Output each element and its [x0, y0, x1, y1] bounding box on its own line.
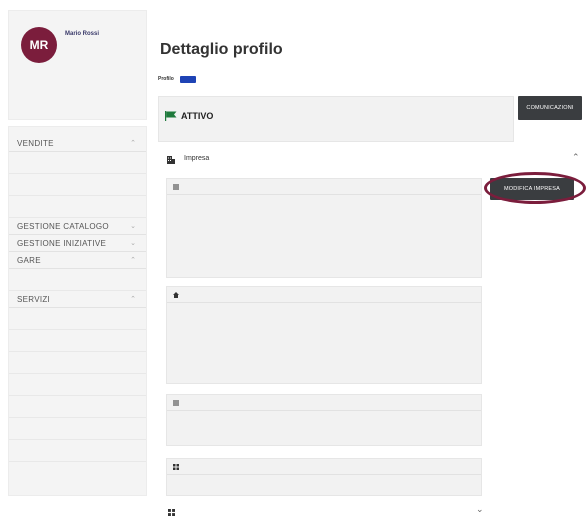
menu-section-servizi[interactable]: SERVIZI ⌃ — [9, 291, 146, 308]
chevron-up-icon: ⌃ — [130, 257, 136, 264]
menu-item[interactable] — [9, 308, 146, 330]
comunicazioni-button[interactable]: COMUNICAZIONI — [518, 96, 582, 120]
menu-section-gestione-catalogo[interactable]: GESTIONE CATALOGO ⌄ — [9, 218, 146, 235]
menu-section-vendite[interactable]: VENDITE ⌃ — [9, 135, 146, 152]
list-icon — [173, 184, 179, 190]
profile-label: Profilo — [158, 76, 174, 82]
card-header — [167, 179, 481, 195]
menu-item[interactable] — [9, 269, 146, 291]
main-content: Dettaglio profilo Profilo ATTIVO COMUNIC… — [158, 0, 586, 522]
menu-item[interactable] — [9, 374, 146, 396]
section-title: Impresa — [184, 155, 210, 162]
home-icon — [173, 292, 179, 298]
card-header — [167, 459, 481, 475]
dati-impresa-card — [166, 178, 482, 278]
grid-icon — [168, 509, 175, 516]
building-icon — [167, 156, 175, 164]
menu-section-label: VENDITE — [17, 138, 54, 148]
page-title: Dettaglio profilo — [160, 41, 283, 58]
menu-section-label: GARE — [17, 255, 41, 265]
menu-item[interactable] — [9, 196, 146, 218]
list-icon — [173, 400, 179, 406]
card-header — [167, 395, 481, 411]
menu-item[interactable] — [9, 152, 146, 174]
avatar[interactable]: MR — [21, 27, 57, 63]
menu-section-label: SERVIZI — [17, 294, 51, 304]
menu-item[interactable] — [9, 352, 146, 374]
menu-item[interactable] — [9, 440, 146, 462]
chevron-up-icon: ⌃ — [130, 296, 136, 303]
sede-legale-card — [166, 286, 482, 384]
menu-section-gestione-iniziative[interactable]: GESTIONE INIZIATIVE ⌄ — [9, 235, 146, 252]
status-value: ATTIVO — [181, 111, 214, 121]
menu-item[interactable] — [9, 396, 146, 418]
grid-icon — [173, 464, 179, 470]
menu-item[interactable] — [9, 330, 146, 352]
menu-section-label: GESTIONE CATALOGO — [17, 221, 109, 231]
card-header — [167, 287, 481, 303]
flag-icon — [165, 111, 177, 121]
menu-item[interactable] — [9, 174, 146, 196]
menu-section-gare[interactable]: GARE ⌃ — [9, 252, 146, 269]
chevron-up-icon[interactable]: ⌃ — [572, 152, 580, 163]
modifica-impresa-button[interactable]: MODIFICA IMPRESA — [490, 178, 574, 200]
user-name: Mario Rossi — [65, 31, 100, 37]
sidebar: MR Mario Rossi VENDITE ⌃ GESTIONE CATALO… — [8, 0, 147, 522]
lista-contatti-card — [166, 458, 482, 496]
user-card: MR Mario Rossi — [8, 10, 147, 120]
chevron-up-icon: ⌃ — [130, 140, 136, 147]
status-card: ATTIVO — [158, 96, 514, 142]
menu-section-label: GESTIONE INIZIATIVE — [17, 238, 107, 248]
impresa-section-header[interactable]: Impresa ⌃ — [158, 150, 584, 170]
chevron-down-icon[interactable]: ⌄ — [476, 504, 484, 515]
contatti-card — [166, 394, 482, 446]
profile-row: Profilo — [158, 76, 584, 86]
chevron-down-icon: ⌄ — [130, 223, 136, 230]
chevron-down-icon: ⌄ — [130, 240, 136, 247]
profile-badge — [180, 76, 196, 83]
sidebar-menu: VENDITE ⌃ GESTIONE CATALOGO ⌄ GESTIONE I… — [8, 126, 147, 496]
bottom-section-header[interactable]: ⌄ — [158, 504, 584, 520]
menu-item[interactable] — [9, 418, 146, 440]
